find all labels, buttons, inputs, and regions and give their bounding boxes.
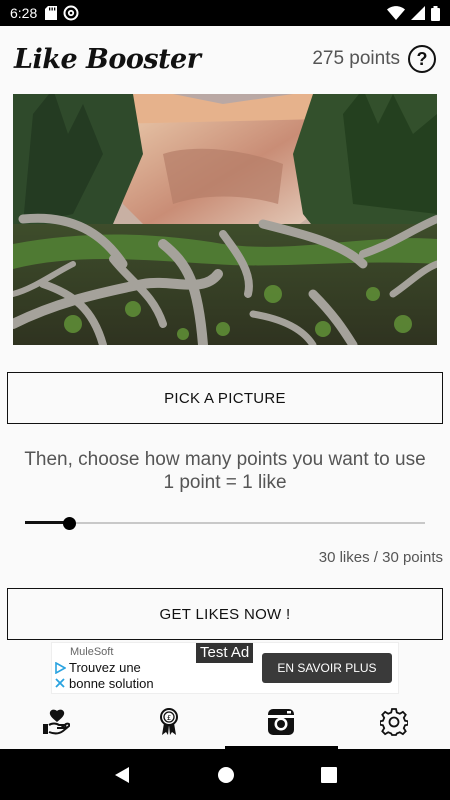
- ad-advertiser: MuleSoft: [70, 646, 114, 658]
- instructions: Then, choose how many points you want to…: [0, 448, 450, 494]
- sd-card-icon: [45, 6, 58, 20]
- app-title: Like Booster: [14, 43, 201, 75]
- points-balance: 275 points: [312, 48, 400, 69]
- recents-icon[interactable]: [321, 766, 337, 783]
- ad-headline[interactable]: Trouvez une bonne solution: [69, 660, 179, 692]
- nav-item-get-likes[interactable]: [0, 695, 113, 749]
- ad-cta-button[interactable]: EN SAVOIR PLUS: [262, 653, 392, 683]
- slider-track[interactable]: [25, 522, 425, 524]
- selected-photo: [13, 94, 437, 345]
- cell-signal-icon: [411, 6, 425, 20]
- home-icon[interactable]: [217, 766, 235, 784]
- landscape-photo: [13, 94, 437, 345]
- help-icon[interactable]: ?: [408, 45, 436, 73]
- pick-picture-button[interactable]: PICK A PICTURE: [7, 372, 443, 424]
- svg-text:£: £: [167, 714, 171, 722]
- bottom-nav: £: [0, 695, 450, 749]
- slider-thumb[interactable]: [63, 517, 76, 530]
- award-ribbon-icon: £: [159, 708, 178, 735]
- back-icon[interactable]: [113, 766, 131, 784]
- likes-summary: 30 likes / 30 points: [318, 549, 443, 566]
- heart-hand-icon: [43, 709, 71, 735]
- ad-banner[interactable]: MuleSoft Trouvez une bonne solution Test…: [51, 642, 399, 694]
- ad-close-icon[interactable]: [54, 677, 66, 689]
- ad-test-tag: Test Ad: [196, 643, 254, 663]
- gear-icon: [379, 708, 408, 736]
- ad-choices-icon[interactable]: [54, 662, 66, 674]
- get-likes-button[interactable]: GET LIKES NOW !: [7, 588, 443, 640]
- camera-icon: [268, 709, 295, 735]
- wifi-icon: [387, 6, 405, 20]
- system-nav-bar: [0, 749, 450, 800]
- app-header: Like Booster 275 points ?: [0, 26, 450, 92]
- instructions-line-1: Then, choose how many points you want to…: [24, 449, 426, 470]
- battery-icon: [431, 5, 440, 21]
- nav-item-settings[interactable]: [338, 695, 450, 749]
- status-time: 6:28: [10, 5, 38, 21]
- instructions-line-2: 1 point = 1 like: [163, 472, 287, 493]
- points-slider[interactable]: [25, 516, 425, 530]
- status-bar: 6:28: [0, 0, 450, 26]
- status-left-icons: [45, 5, 79, 21]
- nav-item-rewards[interactable]: £: [113, 695, 226, 749]
- at-sign-icon: [63, 5, 79, 21]
- nav-item-camera[interactable]: [225, 695, 338, 749]
